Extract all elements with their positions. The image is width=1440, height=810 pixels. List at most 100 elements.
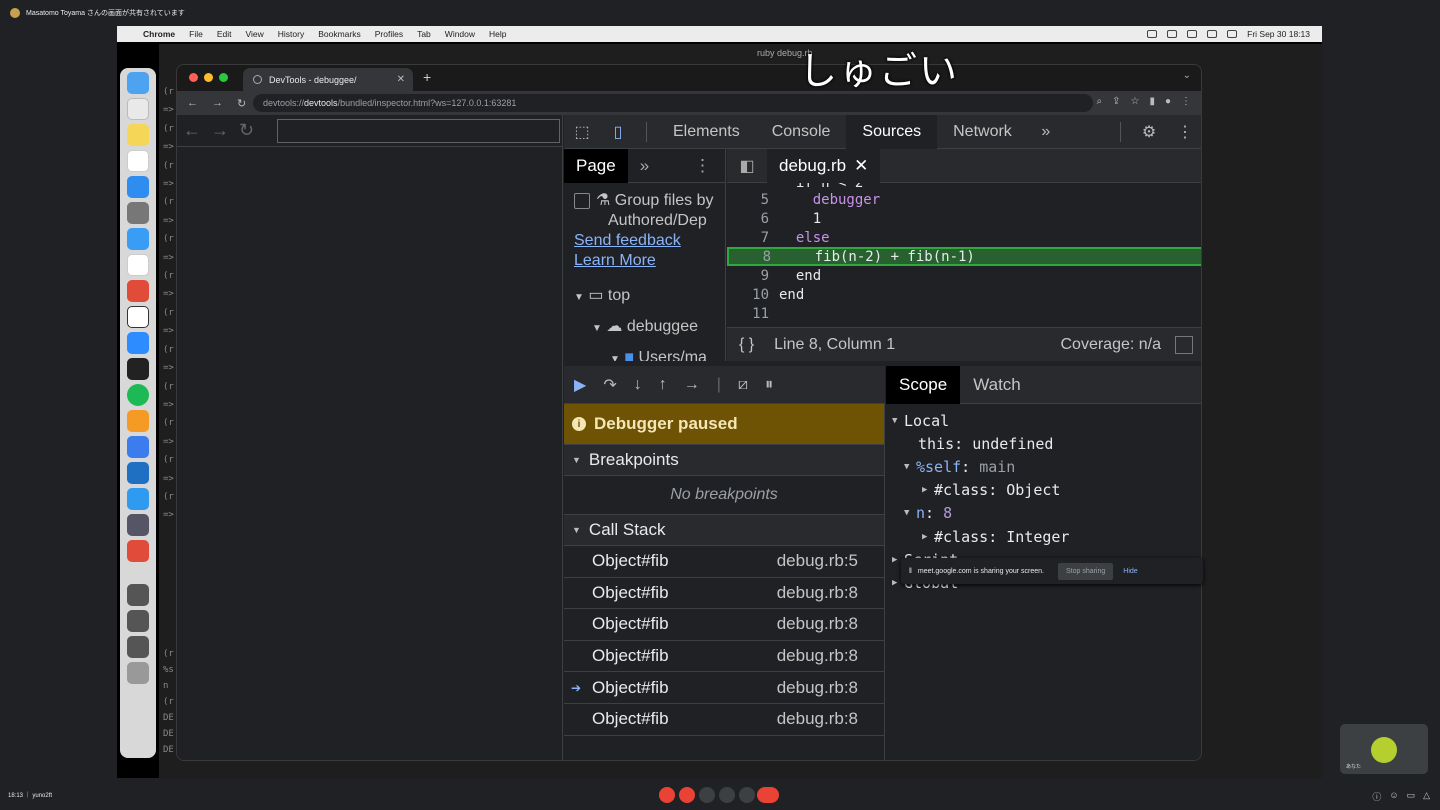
mic-off-button[interactable] [659,787,675,803]
forward-icon[interactable]: → [212,97,223,109]
minimized-window-icon[interactable] [127,584,149,606]
activities-icon[interactable]: △ [1423,790,1430,803]
notes-icon[interactable] [127,124,149,146]
tree-item-users-folder[interactable]: ▼ ■ Users/ma [574,343,715,361]
inspect-element-icon[interactable]: ⬚ [564,122,600,142]
deactivate-breakpoints-icon[interactable]: ⧄ [738,376,748,394]
reload-icon[interactable]: ↻ [239,120,254,141]
launchpad-icon[interactable] [127,98,149,120]
menu-help[interactable]: Help [489,29,506,39]
sublime-icon[interactable] [127,410,149,432]
tab-network[interactable]: Network [937,115,1028,149]
more-options-button[interactable] [739,787,755,803]
tab-scope[interactable]: Scope [886,365,961,404]
step-into-icon[interactable]: ↓ [634,376,642,394]
pause-on-exceptions-icon[interactable]: ⏸ [765,376,773,394]
status-icon[interactable] [1167,30,1178,38]
more-tabs-icon[interactable]: » [1028,123,1064,141]
minimize-window-button[interactable] [204,73,213,82]
toggle-navigator-icon[interactable]: ◧ [727,156,767,176]
step-icon[interactable]: → [684,376,700,394]
vscode-icon[interactable] [127,462,149,484]
close-tab-icon[interactable]: ✕ [854,156,868,176]
scope-local[interactable]: ▼ Local [886,409,1201,432]
settings-gear-icon[interactable]: ⚙ [1131,122,1167,142]
call-frame[interactable]: Object#fib debug.rb:5 [564,546,884,578]
share-icon[interactable]: ⇪ [1112,96,1120,107]
scope-var-this[interactable]: this: undefined [886,432,1201,455]
scope-var-self[interactable]: ▼ %self: main [886,455,1201,478]
forward-icon[interactable]: → [211,120,229,141]
tab-elements[interactable]: Elements [657,115,756,149]
menu-chrome[interactable]: Chrome [143,29,175,39]
slack-icon[interactable] [127,254,149,276]
menu-edit[interactable]: Edit [217,29,232,39]
group-files-checkbox[interactable] [574,192,590,209]
step-over-icon[interactable]: ↷ [603,375,616,395]
trash-icon[interactable] [127,662,149,684]
maps-icon[interactable] [127,436,149,458]
search-icon[interactable] [1227,30,1238,38]
minimized-window-icon[interactable] [127,610,149,632]
menu-clock[interactable]: Fri Sep 30 18:13 [1247,29,1310,39]
call-frame[interactable]: Object#fib debug.rb:8 [564,578,884,610]
more-navigator-tabs-icon[interactable]: » [640,156,649,176]
camera-off-button[interactable] [679,787,695,803]
menu-tab[interactable]: Tab [417,29,431,39]
people-icon[interactable]: ☺ [1389,790,1398,803]
calendar-icon[interactable] [127,150,149,172]
transfer-icon[interactable] [127,488,149,510]
chrome-icon[interactable] [127,280,149,302]
tab-search-icon[interactable]: ⌄ [1183,70,1191,81]
zoom-icon[interactable]: ⌕ [1096,96,1102,107]
bookmark-star-icon[interactable]: ☆ [1130,96,1139,107]
browser-tab[interactable]: DevTools - debuggee/ ✕ [243,68,413,91]
tab-watch[interactable]: Watch [960,366,1034,404]
call-frame[interactable]: Object#fib debug.rb:8 [564,609,884,641]
scope-var-class[interactable]: ▶ #class: Integer [886,525,1201,548]
stop-sharing-button[interactable]: Stop sharing [1057,562,1114,580]
battery-icon[interactable] [1187,30,1198,38]
safari-icon[interactable] [127,228,149,250]
send-feedback-link[interactable]: Send feedback [574,231,715,251]
address-bar[interactable]: devtools://devtools/bundled/inspector.ht… [253,94,1093,112]
call-frame[interactable]: Object#fib debug.rb:8 [564,641,884,673]
inner-url-input[interactable] [277,119,560,143]
minimized-window-icon[interactable] [127,636,149,658]
menu-bookmarks[interactable]: Bookmarks [318,29,361,39]
side-panel-icon[interactable]: ▮ [1149,96,1155,107]
tab-sources[interactable]: Sources [846,114,938,149]
app-store-icon[interactable] [127,176,149,198]
chat-icon[interactable]: ▭ [1407,790,1416,803]
back-icon[interactable]: ← [183,120,201,141]
step-out-icon[interactable]: ↑ [659,376,667,394]
system-prefs-icon[interactable] [127,202,149,224]
menu-history[interactable]: History [278,29,304,39]
chrome-canary-icon[interactable] [127,540,149,562]
back-icon[interactable]: ← [187,97,198,109]
hide-button[interactable]: Hide [1123,568,1137,575]
menu-file[interactable]: File [189,29,203,39]
learn-more-link[interactable]: Learn More [574,251,715,271]
customize-menu-icon[interactable]: ⋮ [1167,122,1201,142]
status-icon[interactable] [1147,30,1158,38]
editor-tab-debug-rb[interactable]: debug.rb ✕ [767,148,881,183]
call-frame[interactable]: Object#fib debug.rb:8 [564,704,884,736]
captions-button[interactable] [699,787,715,803]
zoom-icon[interactable] [127,332,149,354]
leave-call-button[interactable] [757,787,779,803]
present-button[interactable] [719,787,735,803]
breakpoints-section-header[interactable]: ▼ Breakpoints [564,444,884,476]
device-toolbar-icon[interactable]: ▯ [600,122,636,142]
chrome-menu-icon[interactable]: ⋮ [1181,96,1191,107]
notion-icon[interactable] [127,306,149,328]
self-video-tile[interactable]: あなた [1340,724,1428,774]
call-stack-section-header[interactable]: ▼ Call Stack [564,514,884,546]
navigator-menu-icon[interactable]: ⋮ [694,156,711,176]
zoom-window-button[interactable] [219,73,228,82]
new-tab-button[interactable]: + [423,69,431,85]
menu-window[interactable]: Window [445,29,475,39]
wifi-icon[interactable] [1207,30,1218,38]
tab-console[interactable]: Console [756,115,847,149]
close-window-button[interactable] [189,73,198,82]
